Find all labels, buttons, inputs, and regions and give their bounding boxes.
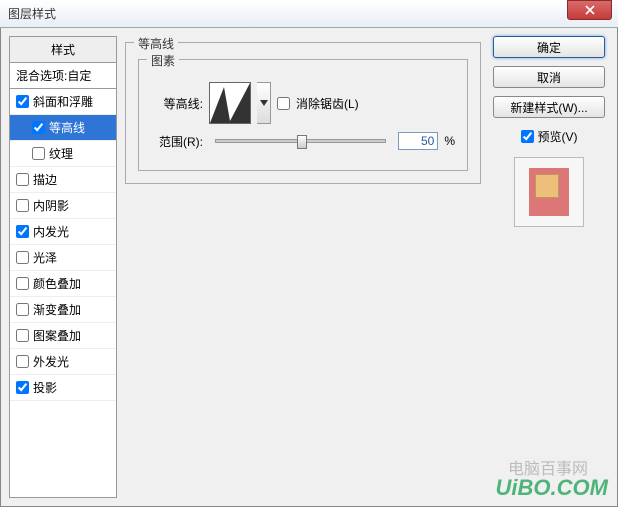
style-item-3[interactable]: 描边 <box>10 167 116 193</box>
new-style-button[interactable]: 新建样式(W)... <box>493 96 605 118</box>
antialias-checkbox[interactable] <box>277 97 290 110</box>
style-item-label: 投影 <box>33 379 57 396</box>
style-item-8[interactable]: 渐变叠加 <box>10 297 116 323</box>
cancel-label: 取消 <box>537 69 561 86</box>
style-checkbox[interactable] <box>16 173 29 186</box>
range-row: 范围(R): % <box>151 132 455 150</box>
cancel-button[interactable]: 取消 <box>493 66 605 88</box>
style-checkbox[interactable] <box>16 225 29 238</box>
style-item-label: 纹理 <box>49 145 73 162</box>
range-unit: % <box>444 134 455 148</box>
style-item-4[interactable]: 内阴影 <box>10 193 116 219</box>
blend-options-row[interactable]: 混合选项:自定 <box>10 63 116 89</box>
contour-label: 等高线: <box>151 95 203 112</box>
preview-row: 预览(V) <box>521 128 578 145</box>
preview-checkbox[interactable] <box>521 130 534 143</box>
style-item-11[interactable]: 投影 <box>10 375 116 401</box>
style-item-10[interactable]: 外发光 <box>10 349 116 375</box>
style-item-label: 描边 <box>33 171 57 188</box>
style-item-label: 内阴影 <box>33 197 69 214</box>
style-checkbox[interactable] <box>16 95 29 108</box>
style-checkbox[interactable] <box>16 251 29 264</box>
style-item-7[interactable]: 颜色叠加 <box>10 271 116 297</box>
dialog-body: 样式 混合选项:自定 斜面和浮雕等高线纹理描边内阴影内发光光泽颜色叠加渐变叠加图… <box>0 28 618 507</box>
antialias-label: 消除锯齿(L) <box>296 95 359 112</box>
preview-thumbnail <box>514 157 584 227</box>
contour-group: 等高线 图素 等高线: 消除锯齿(L) <box>125 42 481 184</box>
style-item-label: 外发光 <box>33 353 69 370</box>
window-title: 图层样式 <box>8 5 56 22</box>
style-item-1[interactable]: 等高线 <box>10 115 116 141</box>
elements-group-legend: 图素 <box>147 52 179 69</box>
style-checkbox[interactable] <box>32 121 45 134</box>
style-item-6[interactable]: 光泽 <box>10 245 116 271</box>
range-slider[interactable] <box>215 139 386 143</box>
style-item-2[interactable]: 纹理 <box>10 141 116 167</box>
style-item-label: 斜面和浮雕 <box>33 93 93 110</box>
style-item-label: 渐变叠加 <box>33 301 81 318</box>
style-item-label: 光泽 <box>33 249 57 266</box>
style-item-9[interactable]: 图案叠加 <box>10 323 116 349</box>
style-item-label: 颜色叠加 <box>33 275 81 292</box>
right-buttons: 确定 取消 新建样式(W)... 预览(V) <box>489 36 609 498</box>
style-item-5[interactable]: 内发光 <box>10 219 116 245</box>
style-item-0[interactable]: 斜面和浮雕 <box>10 89 116 115</box>
contour-curve-icon <box>210 83 250 123</box>
ok-button[interactable]: 确定 <box>493 36 605 58</box>
sidebar-header: 样式 <box>10 37 116 63</box>
slider-thumb[interactable] <box>297 135 307 149</box>
preview-label: 预览(V) <box>538 128 578 145</box>
style-checkbox[interactable] <box>16 355 29 368</box>
chevron-down-icon <box>260 100 268 106</box>
style-item-label: 内发光 <box>33 223 69 240</box>
style-checkbox[interactable] <box>16 199 29 212</box>
elements-group: 图素 等高线: 消除锯齿(L) 范围(R): <box>138 59 468 171</box>
style-item-label: 等高线 <box>49 119 85 136</box>
styles-sidebar: 样式 混合选项:自定 斜面和浮雕等高线纹理描边内阴影内发光光泽颜色叠加渐变叠加图… <box>9 36 117 498</box>
style-checkbox[interactable] <box>32 147 45 160</box>
blend-options-label: 混合选项:自定 <box>16 67 91 84</box>
style-checkbox[interactable] <box>16 277 29 290</box>
style-checkbox[interactable] <box>16 381 29 394</box>
close-button[interactable] <box>567 0 612 20</box>
contour-dropdown[interactable] <box>257 82 271 124</box>
style-item-label: 图案叠加 <box>33 327 81 344</box>
style-checkbox[interactable] <box>16 303 29 316</box>
contour-group-legend: 等高线 <box>134 35 178 52</box>
ok-label: 确定 <box>537 39 561 56</box>
range-input[interactable] <box>398 132 438 150</box>
range-label: 范围(R): <box>151 133 203 150</box>
close-icon <box>585 5 595 15</box>
contour-row: 等高线: 消除锯齿(L) <box>151 82 455 124</box>
preview-swatch <box>529 168 569 216</box>
style-checkbox[interactable] <box>16 329 29 342</box>
contour-picker[interactable] <box>209 82 251 124</box>
title-bar: 图层样式 <box>0 0 618 28</box>
settings-panel: 等高线 图素 等高线: 消除锯齿(L) <box>125 36 481 498</box>
new-style-label: 新建样式(W)... <box>510 99 587 116</box>
